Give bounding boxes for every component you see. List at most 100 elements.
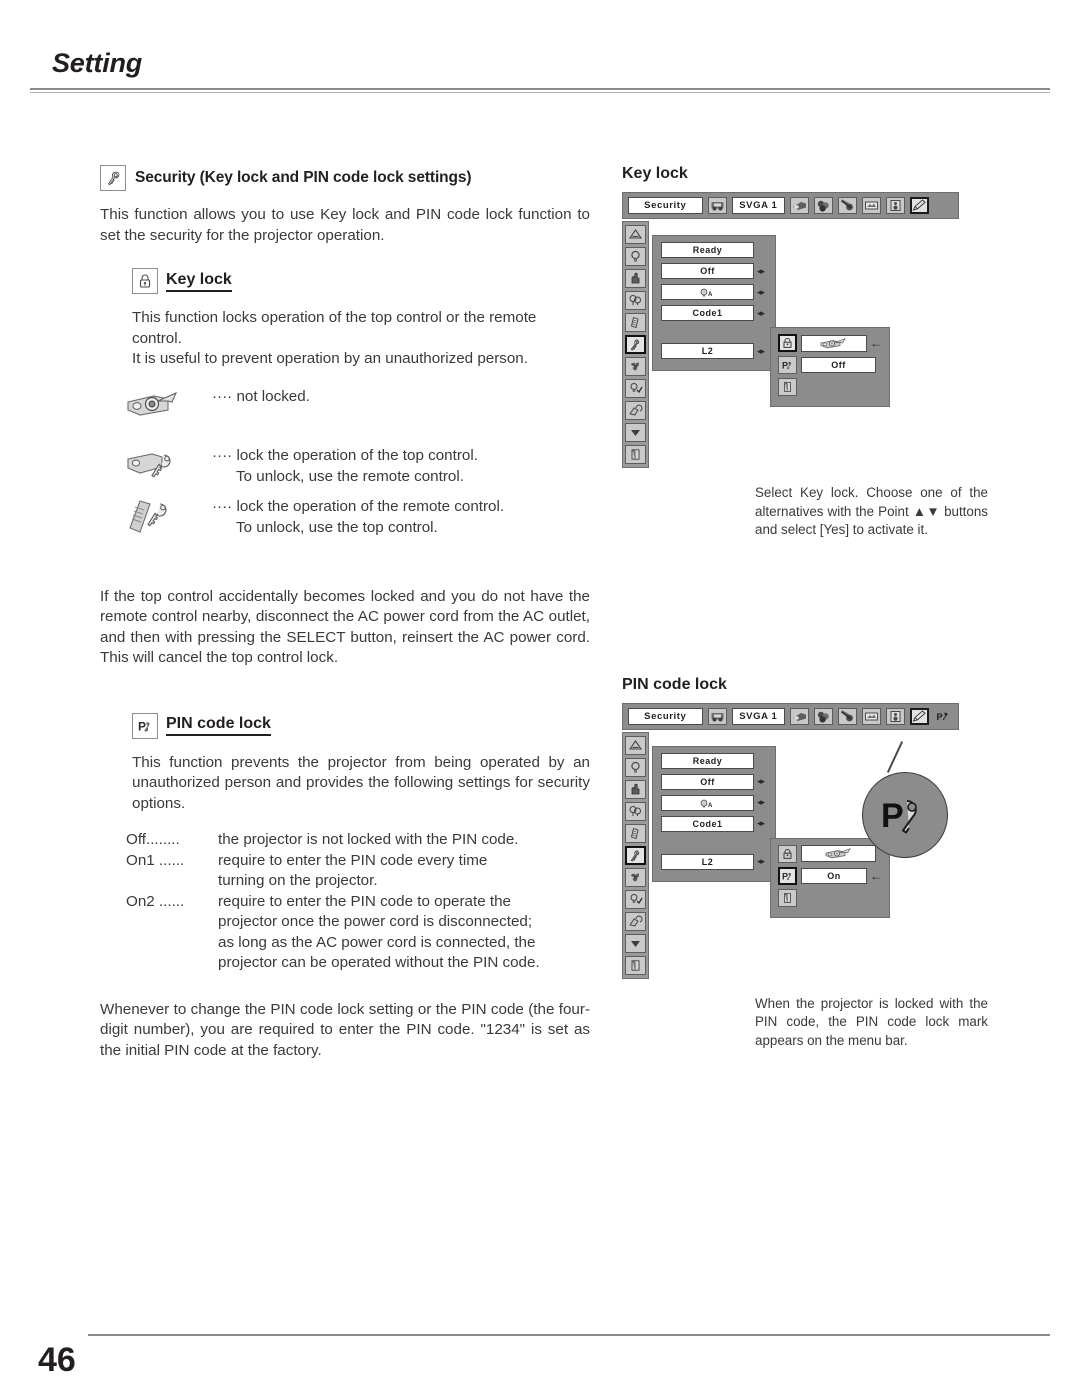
osd-row[interactable]: Off ◂▸ <box>661 773 767 790</box>
submenu-row-key-lock[interactable]: ← <box>778 334 882 352</box>
osd-menu-name[interactable]: Security <box>628 707 703 725</box>
left-right-arrows-icon[interactable]: ◂▸ <box>757 777 765 786</box>
padlock-icon[interactable] <box>778 844 797 863</box>
next-page-icon[interactable] <box>625 933 646 953</box>
pin-code-mark-callout: P <box>862 771 948 858</box>
osd-row-value[interactable]: A <box>661 284 754 301</box>
figure-caption: When the projector is locked with the PI… <box>755 995 988 1048</box>
image-select-icon[interactable] <box>790 197 809 214</box>
osd-row-value[interactable]: L2 <box>661 853 754 870</box>
left-right-arrows-icon[interactable]: ◂▸ <box>757 308 765 318</box>
left-right-arrows-icon[interactable]: ◂▸ <box>757 287 765 297</box>
submenu-row-key-lock[interactable] <box>778 844 882 863</box>
osd-row[interactable]: L2 ◂▸ <box>661 343 767 360</box>
quit-icon[interactable] <box>778 378 797 396</box>
osd-row-value[interactable]: Code1 <box>661 815 754 832</box>
submenu-key-lock-value[interactable] <box>801 334 867 352</box>
power-management-icon[interactable] <box>625 779 646 799</box>
lamp-icon[interactable] <box>625 757 646 777</box>
setting-icon[interactable] <box>910 707 929 725</box>
osd-source-name[interactable]: SVGA 1 <box>731 197 785 214</box>
submenu-row-pin-code-lock[interactable]: P On ← <box>778 866 882 885</box>
remote-icon[interactable] <box>625 823 646 843</box>
key-lock-note: If the top control accidentally becomes … <box>100 587 590 667</box>
osd-row[interactable]: Code1 ◂▸ <box>661 305 767 322</box>
filter-counter-icon[interactable] <box>625 401 646 420</box>
osd-row-value[interactable]: Code1 <box>661 305 754 322</box>
osd-row-value[interactable]: A <box>661 794 754 811</box>
submenu-key-lock-value[interactable] <box>801 845 876 862</box>
submenu-row-pin-code-lock[interactable]: P Off <box>778 356 882 374</box>
next-page-icon[interactable] <box>625 423 646 442</box>
pin-setting-row: On2 ...... require to enter the PIN code… <box>126 892 590 913</box>
screen-icon[interactable] <box>862 197 881 214</box>
security-icon[interactable] <box>625 845 646 865</box>
fan-icon[interactable] <box>625 867 646 887</box>
lamp-control-icon[interactable] <box>625 291 646 310</box>
osd-row-value[interactable]: Ready <box>661 242 754 258</box>
osd-row-value[interactable]: Off <box>661 263 754 279</box>
remote-icon[interactable] <box>625 313 646 332</box>
submenu-row-quit[interactable] <box>778 888 882 907</box>
option-sub-label: To unlock, use the remote control. <box>236 467 464 485</box>
osd-side-icon-column <box>622 731 649 979</box>
lamp-control-icon[interactable] <box>625 801 646 821</box>
left-right-arrows-icon[interactable]: ◂▸ <box>757 266 765 276</box>
osd-row[interactable]: Ready <box>661 752 767 769</box>
osd-security-submenu: ← P Off <box>770 327 890 407</box>
sound-icon[interactable] <box>886 707 905 725</box>
pin-code-icon[interactable]: P <box>778 866 797 885</box>
osd-row[interactable]: A ◂▸ <box>661 794 767 811</box>
osd-source-name[interactable]: SVGA 1 <box>731 707 785 725</box>
pin-code-lock-note: Whenever to change the PIN code lock set… <box>100 1000 590 1059</box>
lamp-counter-icon[interactable] <box>625 379 646 398</box>
keystone-icon[interactable] <box>625 225 646 244</box>
pc-adjust-icon[interactable] <box>838 197 857 214</box>
setting-icon[interactable] <box>910 197 929 214</box>
pin-code-icon[interactable]: P <box>778 356 797 374</box>
image-adjust-icon[interactable] <box>814 707 833 725</box>
pin-setting-cont: projector once the power cord is disconn… <box>218 913 533 930</box>
left-right-arrows-icon[interactable]: ◂▸ <box>757 798 765 807</box>
pc-adjust-icon[interactable] <box>838 707 857 725</box>
osd-row[interactable]: L2 ◂▸ <box>661 853 767 870</box>
left-right-arrows-icon[interactable]: ◂▸ <box>757 819 765 828</box>
osd-row-value[interactable]: L2 <box>661 343 754 360</box>
left-right-arrows-icon[interactable]: ◂▸ <box>757 857 765 866</box>
pin-code-lock-intro: This function prevents the projector fro… <box>132 753 590 812</box>
submenu-pin-code-value[interactable]: On <box>801 867 867 884</box>
screen-icon[interactable] <box>862 707 881 725</box>
image-adjust-icon[interactable] <box>814 197 833 214</box>
osd-row-value[interactable]: Ready <box>661 752 754 769</box>
svg-text:P: P <box>881 797 904 835</box>
input-source-icon[interactable] <box>707 707 727 725</box>
fan-icon[interactable] <box>625 357 646 376</box>
key-lock-options: ···· not locked. ···· lock the operation… <box>124 386 590 545</box>
sound-icon[interactable] <box>886 197 905 214</box>
osd-menu-bar: Security SVGA 1 <box>622 192 959 219</box>
osd-menu-bar: Security SVGA 1 <box>622 702 959 730</box>
input-source-icon[interactable] <box>707 197 727 214</box>
padlock-icon[interactable] <box>778 334 797 352</box>
power-management-icon[interactable] <box>625 269 646 288</box>
submenu-pin-code-value[interactable]: Off <box>801 357 876 373</box>
image-select-icon[interactable] <box>790 707 809 725</box>
lamp-counter-icon[interactable] <box>625 889 646 909</box>
keystone-icon[interactable] <box>625 735 646 755</box>
figure-pin-code-lock: PIN code lock Security SVGA 1 P Ready Of… <box>622 676 1002 1051</box>
left-right-arrows-icon[interactable]: ◂▸ <box>757 346 765 356</box>
quit-icon[interactable] <box>625 955 646 975</box>
submenu-row-quit[interactable] <box>778 378 882 396</box>
osd-row[interactable]: Off ◂▸ <box>661 263 767 279</box>
osd-row[interactable]: A ◂▸ <box>661 284 767 301</box>
quit-icon[interactable] <box>625 445 646 464</box>
filter-counter-icon[interactable] <box>625 911 646 931</box>
security-icon[interactable] <box>625 335 646 354</box>
lamp-icon[interactable] <box>625 247 646 266</box>
osd-menu-name[interactable]: Security <box>628 197 703 214</box>
security-intro: This function allows you to use Key lock… <box>100 206 590 244</box>
osd-row[interactable]: Ready <box>661 242 767 258</box>
osd-row-value[interactable]: Off <box>661 773 754 790</box>
quit-icon[interactable] <box>778 888 797 907</box>
osd-row[interactable]: Code1 ◂▸ <box>661 815 767 832</box>
